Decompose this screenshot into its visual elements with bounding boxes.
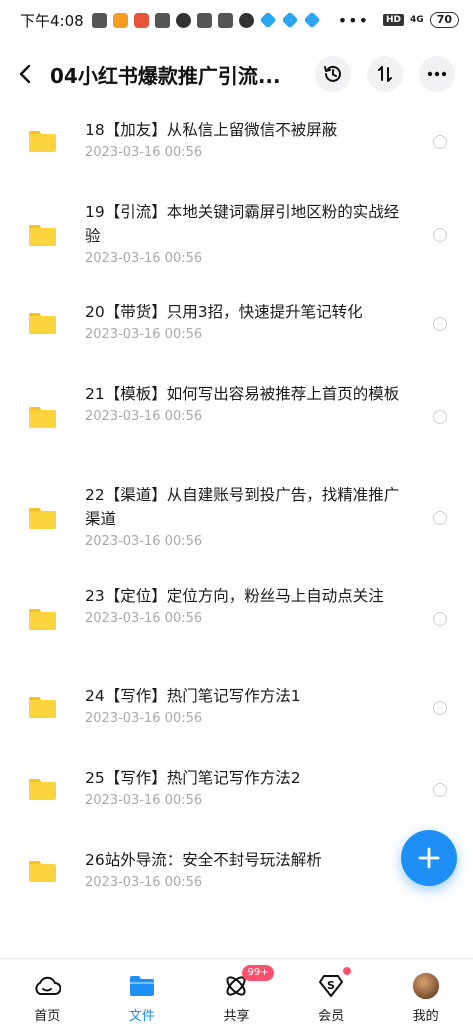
select-radio[interactable]: [433, 135, 447, 149]
status-notification-icons: [91, 11, 321, 29]
vip-icon: S: [319, 975, 344, 997]
elephant-icon: [175, 12, 191, 28]
avatar: [411, 972, 440, 1000]
vip-badge-dot: [343, 967, 352, 975]
check-icon: [238, 12, 254, 28]
item-date: 2023-03-16 00:56: [85, 711, 203, 726]
app-blue-icon: [259, 11, 277, 29]
sort-button[interactable]: [367, 56, 403, 92]
status-time: 下午4:08: [20, 11, 84, 30]
list-item[interactable]: 23【定位】定位方向，粉丝马上自动点关注 2023-03-16 00:56: [0, 584, 473, 656]
item-title: 24【写作】热门笔记写作方法1: [85, 687, 301, 705]
nav-files-label: 文件: [128, 1009, 155, 1024]
item-title: 20【带货】只用3招，快速提升笔记转化: [85, 303, 363, 321]
item-title: 18【加友】从私信上留微信不被屏蔽: [85, 121, 338, 139]
folder-icon: [29, 609, 56, 630]
item-title: 26站外导流：安全不封号玩法解析: [85, 851, 322, 869]
history-icon: [324, 65, 341, 82]
page-title: 04小红书爆款推广引流...: [50, 63, 281, 88]
item-date: 2023-03-16 00:56: [85, 409, 203, 424]
list-item[interactable]: 22【渠道】从自建账号到投广告，找精准推广渠道 2023-03-16 00:56: [0, 483, 473, 555]
folder-icon: [29, 861, 56, 882]
item-date: 2023-03-16 00:56: [85, 534, 203, 549]
item-title: 22【渠道】从自建账号到投广告，找精准推广渠道: [85, 486, 400, 528]
item-title: 21【模板】如何写出容易被推荐上首页的模板: [85, 385, 400, 403]
item-date: 2023-03-16 00:56: [85, 145, 203, 160]
nav-home[interactable]: 首页: [0, 959, 95, 1024]
select-radio[interactable]: [433, 783, 447, 797]
status-system-icons: ••• HD 4G 70: [338, 11, 459, 30]
network-icon: 4G: [410, 15, 424, 25]
folder-icon: [29, 779, 56, 800]
plus-icon: [418, 847, 440, 869]
cloud-home-icon: [35, 976, 62, 995]
list-item[interactable]: 25【写作】热门笔记写作方法2 2023-03-16 00:56: [0, 766, 473, 816]
battery-icon: 70: [429, 12, 459, 28]
select-radio[interactable]: [433, 317, 447, 331]
svg-text:S: S: [327, 979, 335, 992]
files-icon: [129, 976, 154, 996]
item-title: 25【写作】热门笔记写作方法2: [85, 769, 301, 787]
folder-icon: [29, 313, 56, 334]
list-item[interactable]: 18【加友】从私信上留微信不被屏蔽 2023-03-16 00:56: [0, 118, 473, 178]
folder-icon: [29, 131, 56, 152]
app-red-icon: [133, 12, 149, 28]
add-button[interactable]: [401, 830, 457, 886]
list-item[interactable]: 21【模板】如何写出容易被推荐上首页的模板 2023-03-16 00:56: [0, 382, 473, 454]
nav-share[interactable]: 99+ 共享: [189, 959, 284, 1024]
share-badge: 99+: [242, 965, 274, 981]
item-date: 2023-03-16 00:56: [85, 327, 203, 342]
folder-icon: [29, 225, 56, 246]
app-gray-icon: [196, 12, 212, 28]
hd-icon: HD: [383, 14, 405, 26]
select-radio[interactable]: [433, 612, 447, 626]
nav-home-label: 首页: [34, 1009, 61, 1024]
nav-mine-label: 我的: [412, 1009, 439, 1024]
item-title: 23【定位】定位方向，粉丝马上自动点关注: [85, 587, 384, 605]
nav-vip[interactable]: S 会员: [284, 959, 379, 1024]
item-date: 2023-03-16 00:56: [85, 611, 203, 626]
select-radio[interactable]: [433, 511, 447, 525]
sort-icon: [378, 66, 392, 82]
more-notifications-icon: •••: [337, 10, 370, 30]
select-radio[interactable]: [433, 410, 447, 424]
nav-share-label: 共享: [223, 1009, 250, 1024]
history-button[interactable]: [315, 56, 351, 92]
app-orange-icon: [112, 12, 128, 28]
item-date: 2023-03-16 00:56: [85, 251, 203, 266]
upload-icon: [154, 12, 170, 28]
more-icon: [427, 71, 447, 77]
folder-icon: [29, 508, 56, 529]
item-date: 2023-03-16 00:56: [85, 793, 203, 808]
message-icon: [91, 12, 107, 28]
list-item[interactable]: 20【带货】只用3招，快速提升笔记转化 2023-03-16 00:56: [0, 300, 473, 350]
select-radio[interactable]: [433, 228, 447, 242]
select-radio[interactable]: [433, 701, 447, 715]
status-bar: 下午4:08 ••• HD 4G 70: [0, 0, 473, 40]
folder-icon: [29, 697, 56, 718]
item-title: 19【引流】本地关键词霸屏引地区粉的实战经验: [85, 203, 400, 245]
folder-icon: [29, 407, 56, 428]
app-blue3-icon: [303, 11, 321, 29]
nav-files[interactable]: 文件: [95, 959, 190, 1024]
back-icon: [19, 64, 31, 84]
bottom-nav: 首页 文件 99+ 共享 S 会员 我的: [0, 958, 473, 1024]
app-blue2-icon: [281, 11, 299, 29]
list-item[interactable]: 19【引流】本地关键词霸屏引地区粉的实战经验 2023-03-16 00:56: [0, 200, 473, 272]
header: 04小红书爆款推广引流...: [0, 48, 473, 100]
item-date: 2023-03-16 00:56: [85, 875, 203, 890]
list-item[interactable]: 24【写作】热门笔记写作方法1 2023-03-16 00:56: [0, 684, 473, 734]
nav-mine[interactable]: 我的: [378, 959, 473, 1024]
app-gray2-icon: [217, 12, 233, 28]
more-button[interactable]: [419, 56, 455, 92]
back-button[interactable]: [0, 48, 50, 100]
nav-vip-label: 会员: [318, 1009, 345, 1024]
